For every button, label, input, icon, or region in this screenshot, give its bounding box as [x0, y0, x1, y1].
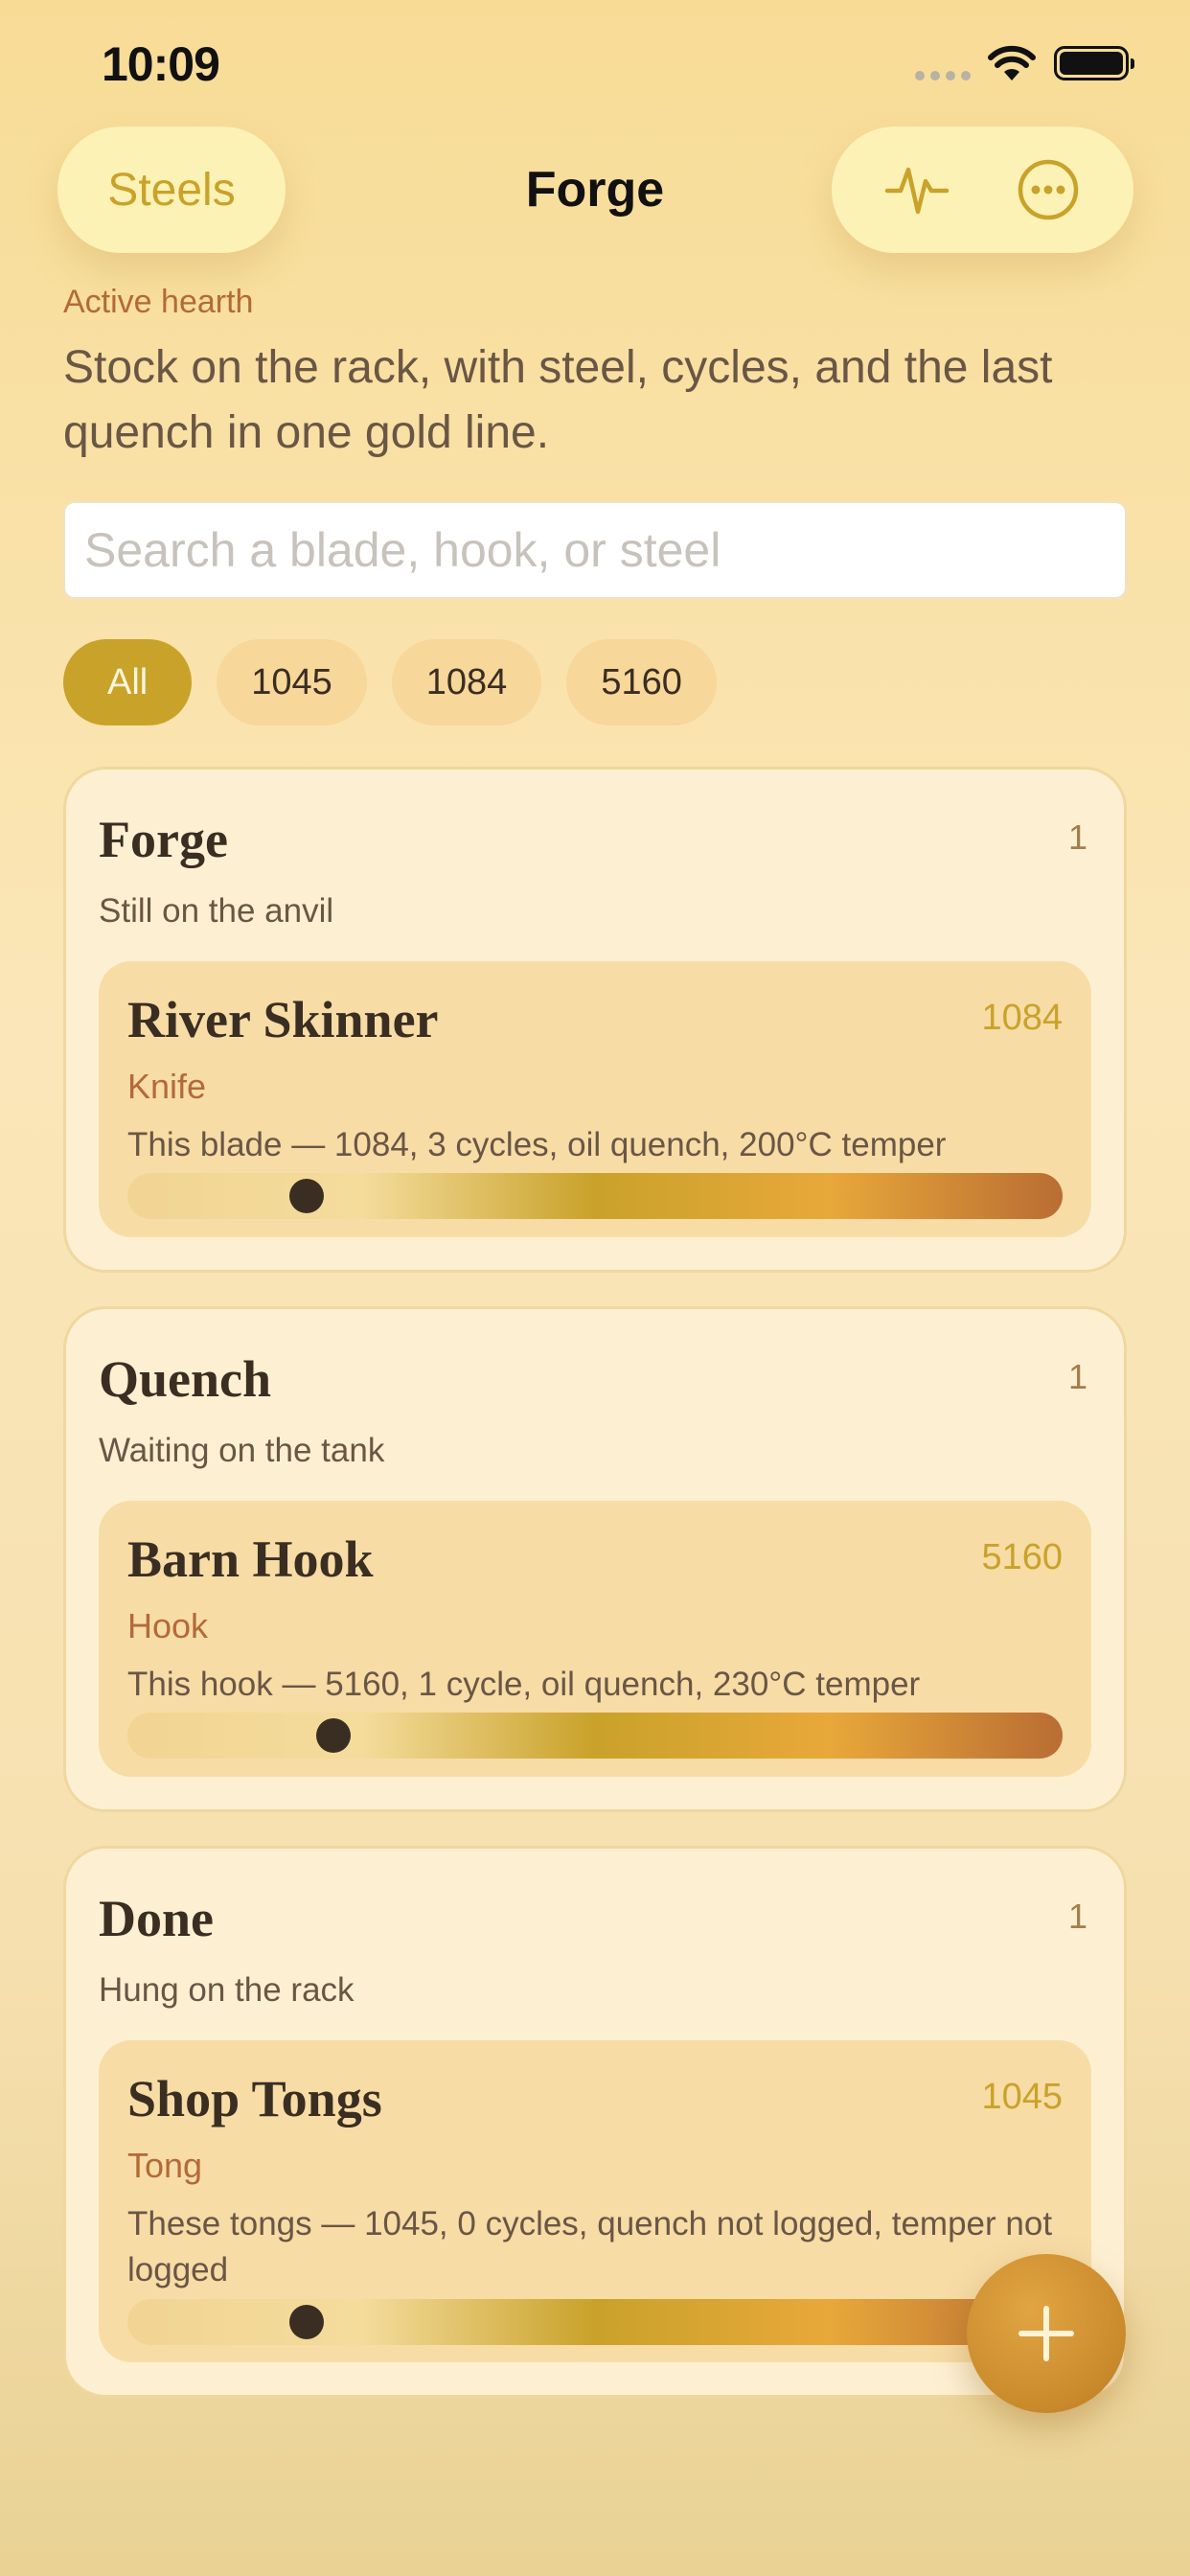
section-title: Forge [99, 811, 228, 868]
filter-chip-1084[interactable]: 1084 [391, 639, 542, 725]
section-done: Done 1 Hung on the rack Shop Tongs 1045 … [63, 1846, 1127, 2398]
eyebrow-label: Active hearth [63, 284, 254, 320]
activity-icon[interactable] [879, 151, 955, 228]
section-count: 1 [1067, 817, 1087, 857]
section-title: Quench [99, 1350, 272, 1408]
section-count: 1 [1067, 1897, 1087, 1936]
steel-filter-chips: All 1045 1084 5160 [63, 639, 717, 725]
item-type: Hook [127, 1606, 209, 1645]
filter-chip-5160[interactable]: 5160 [566, 639, 717, 725]
more-icon[interactable] [1010, 151, 1087, 228]
cellular-signal-icon [915, 71, 971, 80]
item-summary: This blade — 1084, 3 cycles, oil quench,… [127, 1126, 947, 1163]
section-subtitle: Waiting on the tank [99, 1432, 385, 1469]
filter-chip-1045[interactable]: 1045 [217, 639, 367, 725]
section-subtitle: Hung on the rack [99, 1971, 355, 2009]
section-subtitle: Still on the anvil [99, 892, 334, 930]
page-description: Stock on the rack, with steel, cycles, a… [63, 342, 1053, 458]
heat-indicator [316, 1718, 351, 1753]
item-type: Tong [127, 2146, 203, 2185]
heat-bar [127, 1173, 1063, 1219]
item-name: Shop Tongs [127, 2070, 382, 2128]
heat-bar [127, 2299, 1063, 2345]
item-type: Knife [127, 1067, 207, 1106]
status-time: 10:09 [102, 37, 220, 91]
nav-actions [832, 126, 1133, 253]
section-count: 1 [1067, 1357, 1087, 1396]
wifi-icon [988, 45, 1036, 80]
battery-icon [1054, 46, 1134, 80]
item-steel: 1045 [981, 2077, 1063, 2117]
section-title: Done [99, 1890, 214, 1947]
section-forge: Forge 1 Still on the anvil River Skinner… [63, 767, 1127, 1273]
heat-indicator [289, 1179, 324, 1213]
heat-bar [127, 1713, 1063, 1759]
item-steel: 5160 [981, 1537, 1063, 1577]
plus-icon [1018, 2306, 1074, 2361]
filter-chip-all[interactable]: All [63, 639, 193, 725]
item-card-barn-hook[interactable]: Barn Hook 5160 Hook This hook — 5160, 1 … [99, 1501, 1091, 1777]
item-steel: 1084 [981, 998, 1063, 1038]
add-item-button[interactable] [967, 2254, 1126, 2413]
section-quench: Quench 1 Waiting on the tank Barn Hook 5… [63, 1306, 1127, 1812]
item-card-river-skinner[interactable]: River Skinner 1084 Knife This blade — 10… [99, 961, 1091, 1237]
search-input[interactable] [63, 501, 1127, 599]
item-summary: This hook — 5160, 1 cycle, oil quench, 2… [127, 1666, 921, 1703]
item-name: River Skinner [127, 991, 439, 1048]
item-name: Barn Hook [127, 1530, 374, 1588]
status-bar: 10:09 [0, 0, 1190, 134]
item-summary: These tongs — 1045, 0 cycles, quench not… [127, 2205, 1053, 2288]
item-card-shop-tongs[interactable]: Shop Tongs 1045 Tong These tongs — 1045,… [99, 2040, 1091, 2362]
heat-indicator [289, 2305, 324, 2339]
